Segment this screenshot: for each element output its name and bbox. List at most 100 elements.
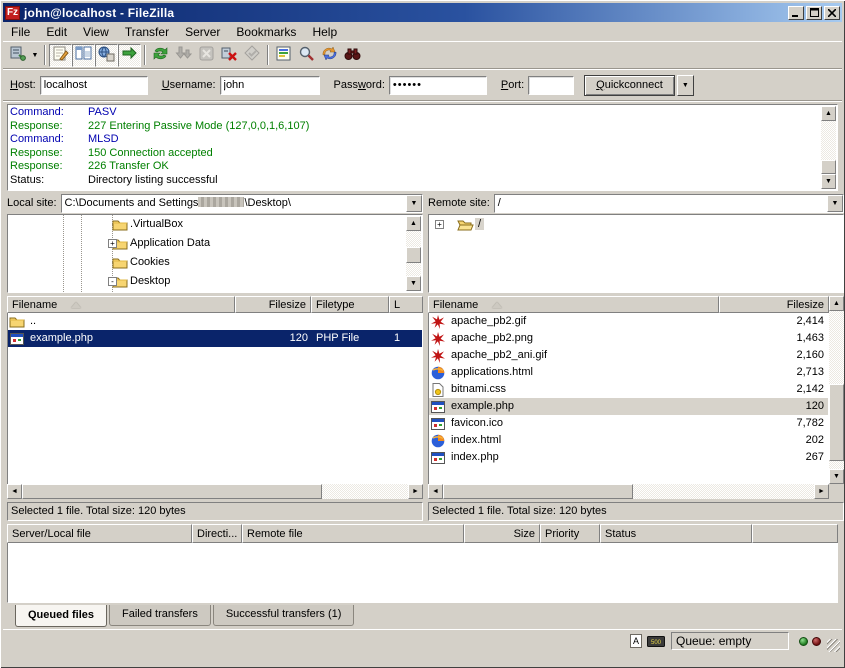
file-row-selected[interactable]: example.php 120 PHP File 1 bbox=[8, 330, 422, 347]
site-manager-icon bbox=[9, 45, 26, 65]
tree-item[interactable]: - Desktop bbox=[8, 272, 422, 291]
column-header-server-local-file[interactable]: Server/Local file bbox=[7, 524, 192, 543]
column-header-filename[interactable]: Filename bbox=[428, 296, 719, 313]
local-tree: .VirtualBox + Application Data Cookies - bbox=[7, 214, 423, 293]
port-input[interactable] bbox=[528, 76, 574, 95]
scroll-left-icon[interactable]: ◄ bbox=[7, 484, 22, 499]
remote-vscrollbar[interactable]: ▲ ▼ bbox=[829, 296, 844, 499]
site-manager-button[interactable] bbox=[6, 44, 29, 67]
file-row[interactable]: favicon.ico 7,782 bbox=[429, 415, 828, 432]
scroll-left-icon[interactable]: ◄ bbox=[428, 484, 443, 499]
log-line: Command:MLSD bbox=[10, 133, 819, 147]
column-header-size[interactable]: Size bbox=[464, 524, 540, 543]
tree-item[interactable]: + / bbox=[429, 215, 843, 234]
collapse-icon[interactable]: - bbox=[108, 277, 117, 286]
column-header-remote-file[interactable]: Remote file bbox=[242, 524, 464, 543]
remote-site-combo[interactable]: / ▼ bbox=[494, 194, 844, 213]
status-bar: A 500 Queue: empty bbox=[3, 629, 842, 652]
menu-server[interactable]: Server bbox=[177, 24, 228, 40]
tree-item[interactable]: .VirtualBox bbox=[8, 215, 422, 234]
quickconnect-dropdown[interactable]: ▼ bbox=[677, 75, 694, 96]
file-row[interactable]: apache_pb2.png 1,463 bbox=[429, 330, 828, 347]
scroll-down-icon[interactable]: ▼ bbox=[829, 469, 844, 484]
scroll-up-icon[interactable]: ▲ bbox=[829, 296, 844, 311]
password-input[interactable] bbox=[389, 76, 487, 95]
tab-queued-files[interactable]: Queued files bbox=[15, 605, 107, 627]
column-header-filename[interactable]: Filename bbox=[7, 296, 235, 313]
toggle-message-log-button[interactable] bbox=[49, 44, 72, 67]
app-icon: Fz bbox=[5, 6, 20, 20]
scroll-right-icon[interactable]: ► bbox=[814, 484, 829, 499]
chevron-down-icon[interactable]: ▼ bbox=[406, 195, 422, 212]
remote-file-list: apache_pb2.gif 2,414 apache_pb2.png 1,46… bbox=[428, 313, 829, 484]
tab-failed-transfers[interactable]: Failed transfers bbox=[109, 605, 211, 626]
toggle-transfer-queue-button[interactable] bbox=[118, 44, 141, 67]
tree-item[interactable]: + Application Data bbox=[8, 234, 422, 253]
image-file-icon bbox=[429, 330, 447, 347]
toggle-local-tree-button[interactable] bbox=[72, 44, 95, 67]
host-input[interactable] bbox=[40, 76, 148, 95]
menu-bookmarks[interactable]: Bookmarks bbox=[228, 24, 304, 40]
site-manager-dropdown[interactable]: ▼ bbox=[29, 45, 41, 66]
expand-icon[interactable]: + bbox=[108, 239, 117, 248]
remote-hscrollbar[interactable]: ◄ ► bbox=[428, 484, 829, 499]
binoculars-icon bbox=[344, 45, 361, 65]
directory-filters-button[interactable] bbox=[272, 44, 295, 67]
local-hscrollbar[interactable]: ◄ ► bbox=[7, 484, 423, 499]
menu-file[interactable]: File bbox=[3, 24, 38, 40]
scroll-down-icon[interactable]: ▼ bbox=[821, 174, 836, 189]
column-header-priority[interactable]: Priority bbox=[540, 524, 600, 543]
cancel-operation-button[interactable] bbox=[195, 44, 218, 67]
file-row[interactable]: apache_pb2.gif 2,414 bbox=[429, 313, 828, 330]
refresh-button[interactable] bbox=[149, 44, 172, 67]
menu-view[interactable]: View bbox=[75, 24, 117, 40]
local-site-combo[interactable]: C:\Documents and Settings\Desktop\ ▼ bbox=[61, 194, 423, 213]
maximize-button[interactable] bbox=[806, 6, 822, 20]
sort-ascending-icon bbox=[71, 302, 81, 308]
tree-item[interactable]: Cookies bbox=[8, 253, 422, 272]
file-row-selected[interactable]: example.php 120 bbox=[429, 398, 828, 415]
queue-list[interactable] bbox=[7, 543, 838, 603]
scroll-down-icon[interactable]: ▼ bbox=[406, 276, 421, 291]
column-header-filetype[interactable]: Filetype bbox=[311, 296, 389, 313]
column-header-filesize[interactable]: Filesize bbox=[719, 296, 829, 313]
file-row[interactable]: index.php 267 bbox=[429, 449, 828, 466]
magnifier-icon bbox=[298, 45, 315, 65]
disconnect-button[interactable] bbox=[218, 44, 241, 67]
file-row[interactable]: apache_pb2_ani.gif 2,160 bbox=[429, 347, 828, 364]
toolbar-separator bbox=[267, 45, 269, 65]
username-input[interactable] bbox=[220, 76, 320, 95]
synchronized-browsing-button[interactable] bbox=[318, 44, 341, 67]
expand-icon[interactable]: + bbox=[435, 220, 444, 229]
local-tree-scrollbar[interactable]: ▲ ▼ bbox=[406, 216, 421, 291]
toggle-remote-tree-button[interactable] bbox=[95, 44, 118, 67]
menu-edit[interactable]: Edit bbox=[38, 24, 75, 40]
scroll-up-icon[interactable]: ▲ bbox=[821, 106, 836, 121]
speed-limit-indicator-icon[interactable]: 500 bbox=[647, 636, 665, 647]
menu-help[interactable]: Help bbox=[304, 24, 345, 40]
file-row[interactable]: applications.html 2,713 bbox=[429, 364, 828, 381]
scroll-right-icon[interactable]: ► bbox=[408, 484, 423, 499]
chevron-down-icon[interactable]: ▼ bbox=[827, 195, 843, 212]
close-button[interactable] bbox=[824, 6, 840, 20]
file-row[interactable]: .. bbox=[8, 313, 422, 330]
scroll-up-icon[interactable]: ▲ bbox=[406, 216, 421, 231]
transfer-type-indicator-icon[interactable]: A bbox=[629, 633, 643, 649]
column-header-filesize[interactable]: Filesize bbox=[235, 296, 311, 313]
file-row[interactable]: bitnami.css 2,142 bbox=[429, 381, 828, 398]
file-row[interactable]: index.html 202 bbox=[429, 432, 828, 449]
process-queue-button[interactable] bbox=[172, 44, 195, 67]
tab-successful-transfers[interactable]: Successful transfers (1) bbox=[213, 605, 355, 626]
column-header-direction[interactable]: Directi... bbox=[192, 524, 242, 543]
find-files-button[interactable] bbox=[341, 44, 364, 67]
quickconnect-button[interactable]: Quickconnect bbox=[584, 75, 675, 96]
column-header-modified[interactable]: L bbox=[389, 296, 423, 313]
minimize-button[interactable] bbox=[788, 6, 804, 20]
column-header-status[interactable]: Status bbox=[600, 524, 752, 543]
local-tree-icon bbox=[75, 45, 92, 65]
directory-comparison-button[interactable] bbox=[295, 44, 318, 67]
menu-transfer[interactable]: Transfer bbox=[117, 24, 177, 40]
resize-grip[interactable] bbox=[827, 639, 840, 652]
log-scrollbar[interactable]: ▲ ▼ bbox=[821, 106, 836, 189]
reconnect-button[interactable] bbox=[241, 44, 264, 67]
